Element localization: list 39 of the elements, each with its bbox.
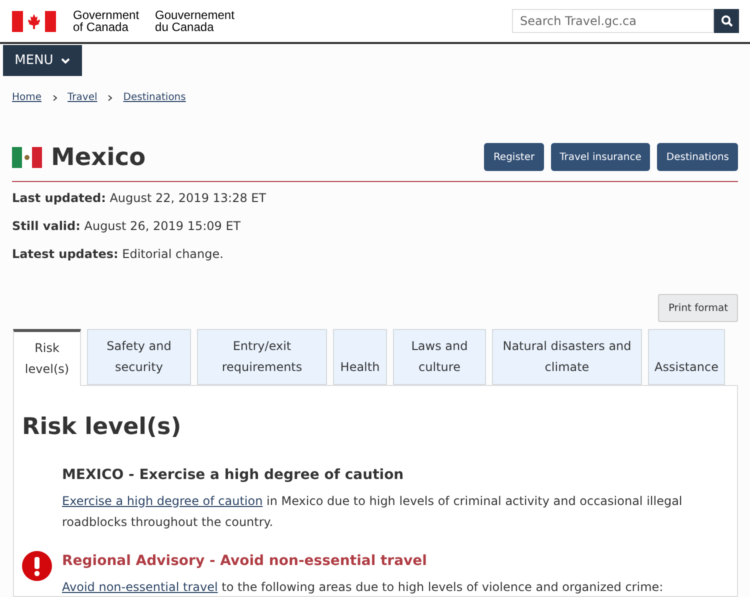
chevron-right-icon bbox=[108, 94, 112, 100]
exclamation-icon bbox=[22, 550, 52, 580]
tab[interactable]: Entry/exit requirements bbox=[197, 329, 327, 385]
advisory-link[interactable]: Exercise a high degree of caution bbox=[62, 494, 263, 508]
page-title: Mexico bbox=[51, 142, 146, 173]
advisory-text: Exercise a high degree of caution in Mexico due to high levels of criminal activity and occasional illegal roadblocks throughout the country. bbox=[62, 492, 684, 530]
advisory-title: Regional Advisory - Avoid non-essential travel bbox=[62, 552, 428, 570]
breadcrumb-link[interactable]: Destinations bbox=[123, 90, 186, 105]
wordmark-text: Gouvernement bbox=[155, 9, 234, 21]
tab[interactable]: Risk level(s) bbox=[13, 329, 81, 386]
nav-button[interactable]: Register bbox=[484, 143, 544, 171]
canada-flag-icon bbox=[12, 10, 56, 32]
tab[interactable]: Safety and security bbox=[87, 329, 191, 385]
tab[interactable]: Natural disasters and climate bbox=[492, 329, 642, 385]
nav-button[interactable]: Destinations bbox=[657, 143, 738, 171]
update-info: Still valid: August 26, 2019 15:09 ET bbox=[12, 218, 242, 235]
update-info: Last updated: August 22, 2019 13:28 ET bbox=[12, 190, 268, 207]
search-icon bbox=[720, 15, 732, 27]
update-info: Latest updates: Editorial change. bbox=[12, 246, 224, 263]
advisory-title: MEXICO - Exercise a high degree of caution bbox=[62, 466, 405, 484]
tab[interactable]: Assistance bbox=[648, 329, 725, 385]
mexico-flag-icon bbox=[12, 146, 42, 168]
advisory-text: Avoid non-essential travel to the following areas due to high levels of violence and organized crime: bbox=[62, 578, 664, 596]
tab[interactable]: Laws and culture bbox=[393, 329, 486, 385]
chevron-down-icon bbox=[61, 58, 70, 64]
advisory-link[interactable]: Avoid non-essential travel bbox=[62, 580, 218, 594]
nav-button[interactable]: Travel insurance bbox=[550, 143, 650, 171]
wordmark-text: du Canada bbox=[155, 21, 215, 33]
search-button[interactable] bbox=[714, 9, 739, 33]
menu-button[interactable]: MENU bbox=[3, 45, 82, 76]
print-format-button[interactable]: Print format bbox=[658, 294, 738, 322]
search-field[interactable]: Search Travel.gc.ca bbox=[512, 9, 714, 33]
tab[interactable]: Health bbox=[333, 329, 387, 385]
section-heading: Risk level(s) bbox=[22, 413, 182, 442]
breadcrumb-link[interactable]: Home bbox=[12, 90, 42, 105]
wordmark-text: Government bbox=[73, 9, 140, 21]
chevron-right-icon bbox=[52, 94, 57, 100]
breadcrumb-link[interactable]: Travel bbox=[68, 90, 98, 105]
wordmark-text: of Canada bbox=[73, 21, 130, 33]
